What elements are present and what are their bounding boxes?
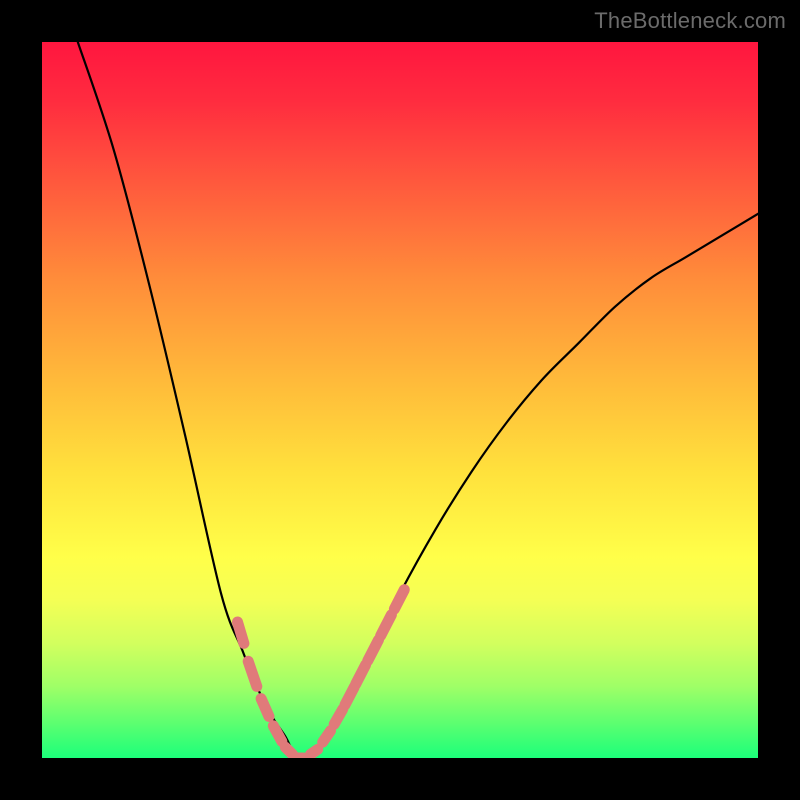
watermark-text: TheBottleneck.com: [594, 8, 786, 34]
marker-segment: [356, 665, 366, 684]
marker-segment: [368, 640, 379, 661]
curve-group: [78, 42, 758, 758]
marker-segment: [261, 699, 269, 717]
marker-segment: [248, 661, 257, 686]
marker-segment: [311, 749, 318, 754]
bottleneck-curve: [78, 42, 758, 758]
chart-svg: [42, 42, 758, 758]
plot-area: [42, 42, 758, 758]
marker-segment: [323, 731, 331, 742]
marker-segment: [273, 726, 282, 742]
marker-segment: [345, 687, 354, 705]
marker-segment: [334, 709, 343, 724]
marker-group: [238, 590, 405, 758]
marker-segment: [285, 747, 292, 754]
marker-segment: [238, 622, 244, 643]
chart-frame: TheBottleneck.com: [0, 0, 800, 800]
marker-segment: [381, 615, 392, 636]
marker-segment: [394, 590, 404, 609]
